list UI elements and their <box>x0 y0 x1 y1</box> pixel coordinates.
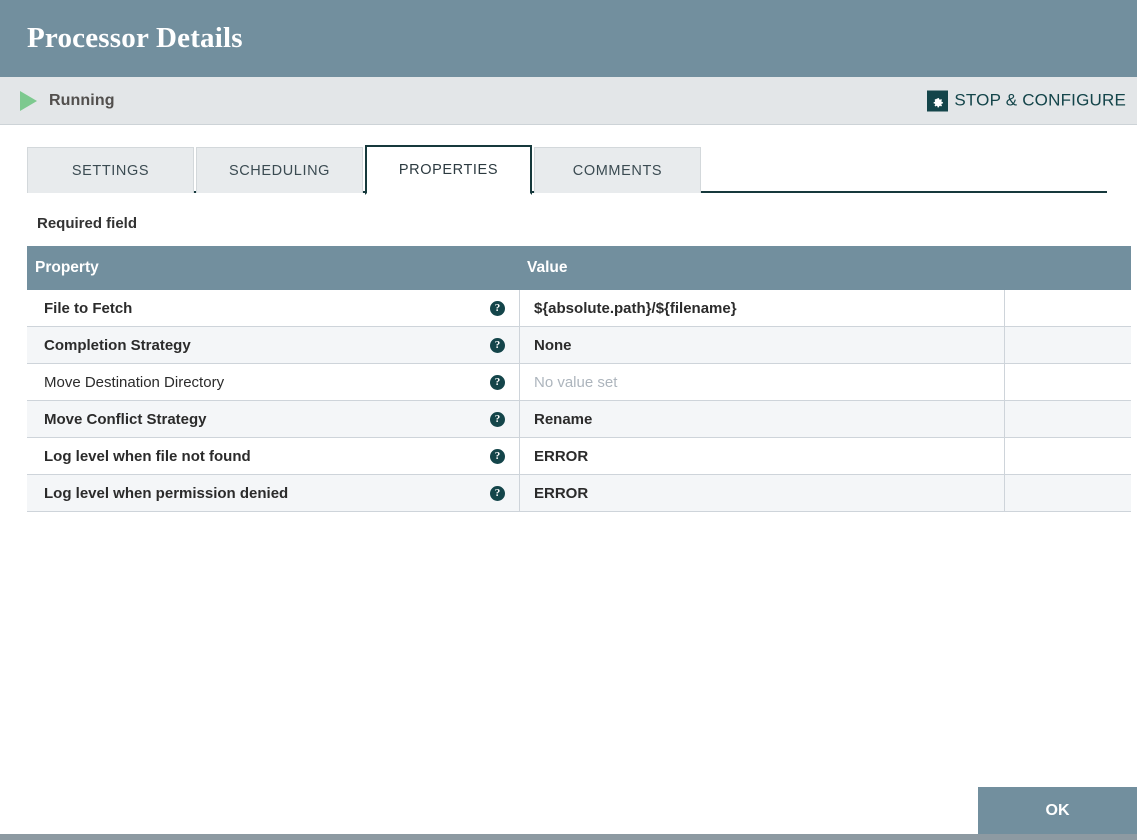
table-row[interactable]: Log level when permission denied ? ERROR <box>27 474 1131 512</box>
property-cell: Log level when file not found ? <box>27 437 519 475</box>
property-cell: Move Conflict Strategy ? <box>27 400 519 438</box>
tab-properties[interactable]: PROPERTIES <box>365 145 532 195</box>
value-cell[interactable]: Rename <box>519 400 1005 438</box>
tab-comments[interactable]: COMMENTS <box>534 147 701 193</box>
dialog-header: Processor Details <box>0 0 1137 77</box>
table-header-row: Property Value <box>27 246 1131 290</box>
page-title: Processor Details <box>27 22 243 54</box>
property-name: Move Destination Directory <box>44 373 225 391</box>
value-cell[interactable]: None <box>519 326 1005 364</box>
property-cell: Log level when permission denied ? <box>27 474 519 512</box>
property-name: File to Fetch <box>44 299 133 317</box>
value-cell[interactable]: ERROR <box>519 437 1005 475</box>
properties-table: Property Value File to Fetch ? ${absolut… <box>27 246 1131 512</box>
ok-button-label: OK <box>1045 802 1070 819</box>
table-row[interactable]: File to Fetch ? ${absolute.path}/${filen… <box>27 290 1131 327</box>
tab-settings[interactable]: SETTINGS <box>27 147 194 193</box>
table-row[interactable]: Completion Strategy ? None <box>27 326 1131 364</box>
value-cell[interactable]: ${absolute.path}/${filename} <box>519 290 1005 327</box>
property-value: ERROR <box>534 447 589 465</box>
tab-scheduling[interactable]: SCHEDULING <box>196 147 363 193</box>
help-circle-icon[interactable]: ? <box>490 374 505 390</box>
tab-strip: SETTINGS SCHEDULING PROPERTIES COMMENTS <box>0 141 1137 195</box>
property-cell: File to Fetch ? <box>27 290 519 327</box>
row-actions-cell <box>1005 474 1131 512</box>
required-field-note: Required field <box>37 215 138 232</box>
property-name: Completion Strategy <box>44 336 191 354</box>
row-actions-cell <box>1005 400 1131 438</box>
property-value: No value set <box>534 373 618 391</box>
properties-table-header: Property Value <box>27 246 1131 290</box>
property-name: Move Conflict Strategy <box>44 410 207 428</box>
run-status-label: Running <box>49 91 115 109</box>
property-value: ${absolute.path}/${filename} <box>534 299 737 317</box>
help-circle-icon[interactable]: ? <box>490 300 505 316</box>
property-cell: Move Destination Directory ? <box>27 363 519 401</box>
table-row[interactable]: Log level when file not found ? ERROR <box>27 437 1131 475</box>
value-cell[interactable]: ERROR <box>519 474 1005 512</box>
row-actions-cell <box>1005 437 1131 475</box>
column-header-value: Value <box>519 246 1005 290</box>
tab-label: COMMENTS <box>572 162 663 179</box>
properties-panel: Required field Property Value File to Fe… <box>0 215 1137 512</box>
property-name: Log level when permission denied <box>44 484 289 502</box>
row-actions-cell <box>1005 290 1131 327</box>
tab-list: SETTINGS SCHEDULING PROPERTIES COMMENTS <box>27 141 1137 195</box>
stop-and-configure-label: STOP & CONFIGURE <box>954 90 1126 110</box>
column-header-actions <box>1005 246 1131 290</box>
property-value: None <box>534 336 572 354</box>
help-circle-icon[interactable]: ? <box>490 411 505 427</box>
help-circle-icon[interactable]: ? <box>490 448 505 464</box>
tab-label: SETTINGS <box>71 162 150 179</box>
value-cell[interactable]: No value set <box>519 363 1005 401</box>
table-row[interactable]: Move Destination Directory ? No value se… <box>27 363 1131 401</box>
play-triangle-icon <box>20 90 37 111</box>
properties-table-body: File to Fetch ? ${absolute.path}/${filen… <box>27 290 1131 512</box>
property-value: Rename <box>534 410 593 428</box>
processor-status-bar: Running STOP & CONFIGURE <box>0 77 1137 125</box>
tab-label: SCHEDULING <box>228 162 331 179</box>
table-row[interactable]: Move Conflict Strategy ? Rename <box>27 400 1131 438</box>
property-cell: Completion Strategy ? <box>27 326 519 364</box>
column-header-property: Property <box>27 246 519 290</box>
help-circle-icon[interactable]: ? <box>490 337 505 353</box>
dialog-bottom-strip <box>0 834 1137 840</box>
tab-label: PROPERTIES <box>398 162 499 178</box>
property-value: ERROR <box>534 484 589 502</box>
property-name: Log level when file not found <box>44 447 251 465</box>
ok-button[interactable]: OK <box>978 787 1137 835</box>
help-circle-icon[interactable]: ? <box>490 485 505 501</box>
stop-and-configure-button[interactable]: STOP & CONFIGURE <box>927 90 1126 111</box>
gear-icon <box>927 90 949 111</box>
row-actions-cell <box>1005 326 1131 364</box>
row-actions-cell <box>1005 363 1131 401</box>
